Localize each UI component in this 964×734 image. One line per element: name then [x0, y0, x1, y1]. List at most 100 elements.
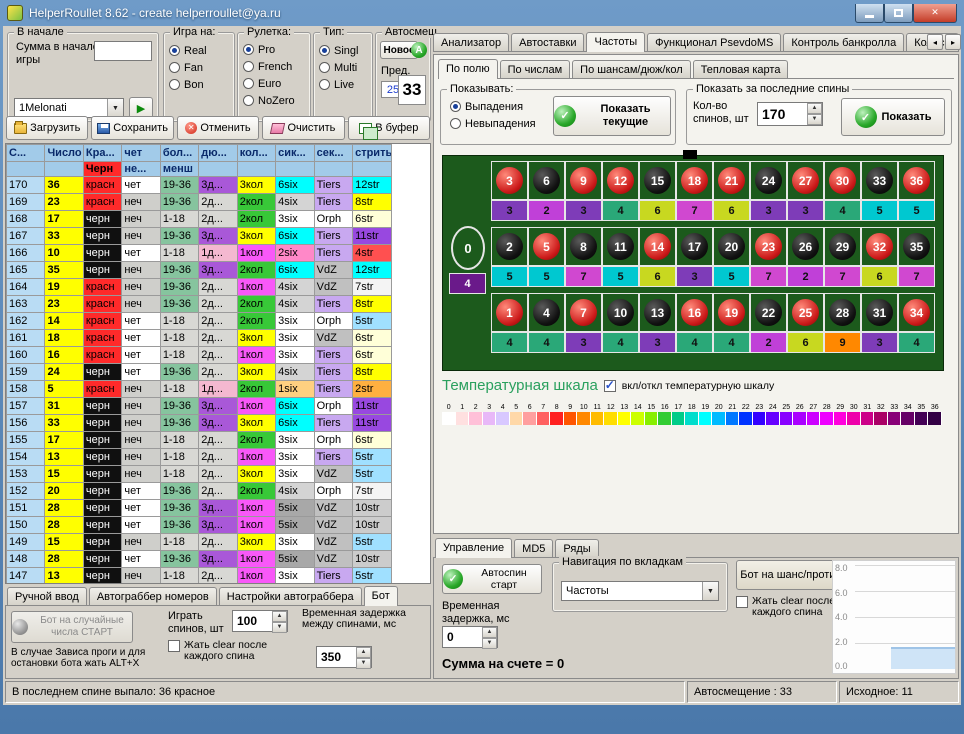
field-number-28[interactable]: 28 — [824, 293, 861, 332]
radio-Euro[interactable]: Euro — [238, 75, 310, 92]
history-header[interactable]: стриты — [353, 145, 391, 162]
profile-combo[interactable]: 1Melonati ▼ — [14, 98, 124, 118]
tab-Контроль банкролла[interactable]: Контроль банкролла — [783, 33, 904, 51]
history-header[interactable]: С... — [7, 145, 45, 162]
spin-down-icon[interactable]: ▼ — [356, 658, 371, 669]
field-number-22[interactable]: 22 — [750, 293, 787, 332]
history-row[interactable]: 15924чернчет19-362д...3кол4sixTiers8str — [7, 364, 430, 381]
field-number-13[interactable]: 13 — [639, 293, 676, 332]
tab-По полю[interactable]: По полю — [438, 59, 498, 79]
radio-Real[interactable]: Real — [164, 42, 234, 59]
field-number-27[interactable]: 27 — [787, 161, 824, 200]
history-table[interactable]: С...ЧислоКра...четбол...дю...кол...сик..… — [5, 143, 431, 584]
field-number-16[interactable]: 16 — [676, 293, 713, 332]
tab-scroll-left-button[interactable]: ◂ — [927, 34, 943, 50]
history-row[interactable]: 15517черннеч1-182д...2кол3sixOrph6str — [7, 432, 430, 449]
radio-NoZero[interactable]: NoZero — [238, 92, 310, 109]
history-row[interactable]: 14828чернчет19-363д...1кол5sixVdZ10str — [7, 551, 430, 568]
history-row[interactable]: 1585красннеч1-181д...2кол1sixTiers2str — [7, 381, 430, 398]
clear-button[interactable]: Очистить — [262, 116, 344, 140]
field-number-12[interactable]: 12 — [602, 161, 639, 200]
history-header[interactable]: чет — [122, 145, 160, 162]
history-row[interactable]: 16610чернчет1-181д...1кол2sixTiers4str — [7, 245, 430, 262]
tab-Анализатор[interactable]: Анализатор — [433, 33, 509, 51]
tab-Автоставки[interactable]: Автоставки — [511, 33, 584, 51]
history-row[interactable]: 16016краснчет1-182д...1кол3sixTiers6str — [7, 347, 430, 364]
spin-down-icon[interactable]: ▼ — [807, 114, 822, 125]
field-number-25[interactable]: 25 — [787, 293, 824, 332]
field-number-6[interactable]: 6 — [528, 161, 565, 200]
control-delay-stepper[interactable]: 0 ▲▼ — [442, 626, 498, 648]
field-number-30[interactable]: 30 — [824, 161, 861, 200]
spin-delay-stepper[interactable]: 350 ▲▼ — [316, 646, 372, 668]
minimize-button[interactable] — [855, 4, 884, 23]
tab-Ручной ввод[interactable]: Ручной ввод — [7, 587, 87, 605]
field-zero[interactable]: 0 4 — [449, 226, 487, 294]
tab-MD5[interactable]: MD5 — [514, 539, 553, 557]
field-number-18[interactable]: 18 — [676, 161, 713, 200]
radio-Multi[interactable]: Multi — [314, 59, 372, 76]
history-header[interactable]: сек... — [314, 145, 352, 162]
tab-Автограббер номеров[interactable]: Автограббер номеров — [89, 587, 217, 605]
tab-По числам[interactable]: По числам — [500, 60, 571, 78]
maximize-button[interactable] — [884, 4, 913, 23]
save-button[interactable]: Сохранить — [91, 116, 173, 140]
field-number-11[interactable]: 11 — [602, 227, 639, 266]
spin-up-icon[interactable]: ▲ — [807, 103, 822, 114]
field-number-15[interactable]: 15 — [639, 161, 676, 200]
checkbox-icon[interactable] — [168, 640, 180, 652]
history-row[interactable]: 14915черннеч1-182д...3кол3sixVdZ5str — [7, 534, 430, 551]
history-row[interactable]: 15633черннеч19-363д...3кол6sixTiers11str — [7, 415, 430, 432]
radio-French[interactable]: French — [238, 58, 310, 75]
spin-down-icon[interactable]: ▼ — [482, 638, 497, 649]
spins-stepper[interactable]: 100 ▲▼ — [232, 610, 288, 632]
radio-Bon[interactable]: Bon — [164, 76, 234, 93]
history-row[interactable]: 16419красннеч19-362д...1кол4sixVdZ7str — [7, 279, 430, 296]
history-row[interactable]: 16535черннеч19-363д...2кол6sixVdZ12str — [7, 262, 430, 279]
spin-up-icon[interactable]: ▲ — [356, 647, 371, 658]
field-number-8[interactable]: 8 — [565, 227, 602, 266]
history-header[interactable]: бол... — [160, 145, 198, 162]
folder-button[interactable]: Загрузить — [6, 116, 88, 140]
history-row[interactable]: 15220чернчет19-362д...2кол4sixOrph7str — [7, 483, 430, 500]
field-number-1[interactable]: 1 — [491, 293, 528, 332]
checkbox-icon[interactable] — [736, 596, 748, 608]
spin-down-icon[interactable]: ▼ — [272, 622, 287, 633]
field-number-24[interactable]: 24 — [750, 161, 787, 200]
tab-Управление[interactable]: Управление — [435, 538, 512, 558]
tab-Частоты[interactable]: Частоты — [586, 32, 645, 52]
tab-Ряды[interactable]: Ряды — [555, 539, 598, 557]
history-row[interactable]: 17036краснчет19-363д...3кол6sixTiers12st… — [7, 177, 430, 194]
field-number-9[interactable]: 9 — [565, 161, 602, 200]
field-number-32[interactable]: 32 — [861, 227, 898, 266]
history-header[interactable]: дю... — [199, 145, 237, 162]
field-number-4[interactable]: 4 — [528, 293, 565, 332]
field-number-14[interactable]: 14 — [639, 227, 676, 266]
field-number-3[interactable]: 3 — [491, 161, 528, 200]
copy-button[interactable]: В буфер — [348, 116, 430, 140]
field-number-5[interactable]: 5 — [528, 227, 565, 266]
spin-count-stepper[interactable]: 170 ▲▼ — [757, 102, 823, 126]
tab-Тепловая карта[interactable]: Тепловая карта — [693, 60, 789, 78]
field-number-34[interactable]: 34 — [898, 293, 935, 332]
close-button[interactable]: ✕ — [913, 4, 957, 23]
tab-Бот[interactable]: Бот — [364, 586, 398, 606]
history-row[interactable]: 15128чернчет19-363д...1кол5sixVdZ10str — [7, 500, 430, 517]
spin-up-icon[interactable]: ▲ — [272, 611, 287, 622]
history-row[interactable]: 14713черннеч1-182д...1кол3sixTiers5str — [7, 568, 430, 585]
titlebar[interactable]: HelperRoullet 8.62 - create helperroulle… — [3, 0, 961, 26]
history-row[interactable]: 15731черннеч19-363д...1кол6sixOrph11str — [7, 398, 430, 415]
history-header[interactable]: сик... — [276, 145, 314, 162]
radio-Singl[interactable]: Singl — [314, 42, 372, 59]
field-number-7[interactable]: 7 — [565, 293, 602, 332]
random-bot-button[interactable]: Бот на случайные числа СТАРТ — [11, 611, 133, 643]
chevron-down-icon[interactable]: ▼ — [702, 582, 718, 600]
chevron-down-icon[interactable]: ▼ — [107, 99, 123, 117]
history-row[interactable]: 16214краснчет1-182д...2кол3sixOrph5str — [7, 313, 430, 330]
radio-Pro[interactable]: Pro — [238, 41, 310, 58]
history-header[interactable]: Число — [45, 145, 83, 162]
radio-Fan[interactable]: Fan — [164, 59, 234, 76]
field-number-20[interactable]: 20 — [713, 227, 750, 266]
show-button[interactable]: ✓ Показать — [841, 98, 945, 136]
field-number-10[interactable]: 10 — [602, 293, 639, 332]
